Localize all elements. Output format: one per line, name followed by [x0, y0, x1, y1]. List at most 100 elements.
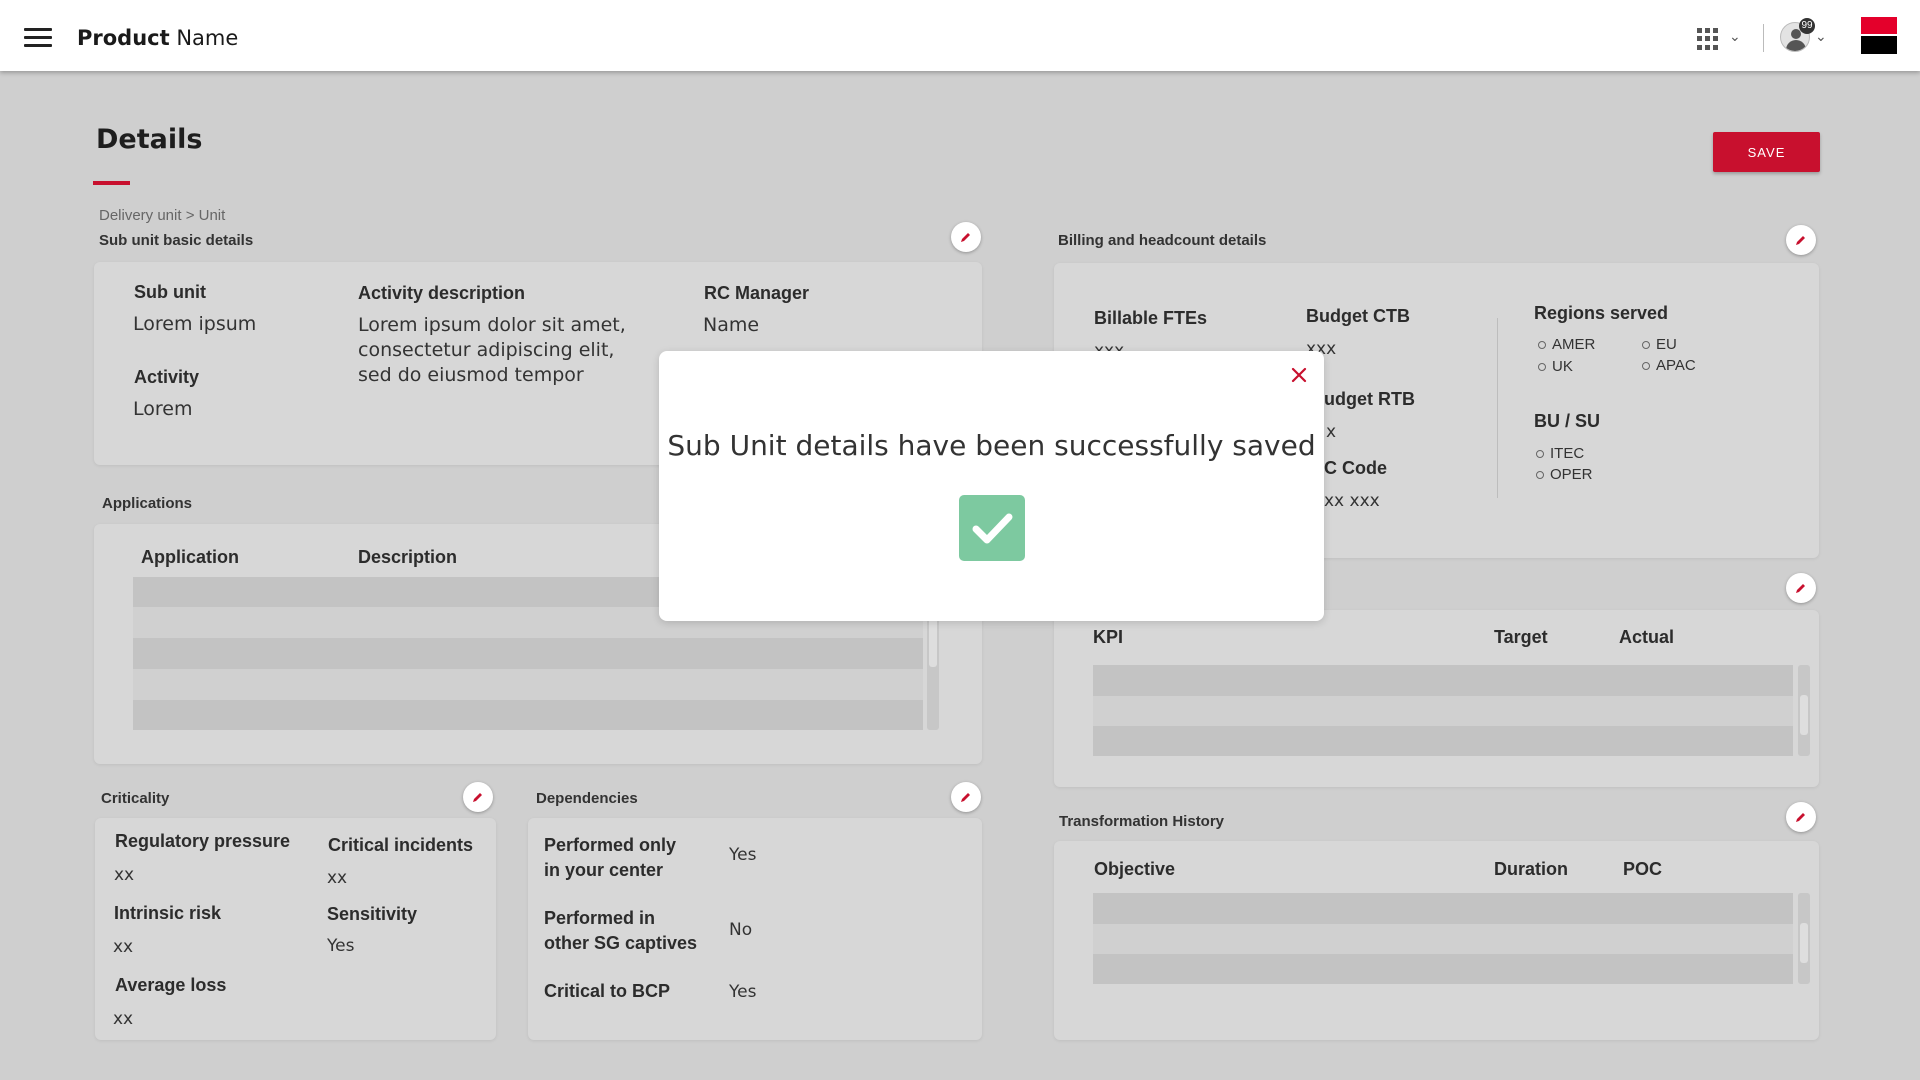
average-loss-value: xx [113, 1009, 134, 1029]
scroll-thumb[interactable] [1800, 923, 1808, 963]
bu-su-label: BU / SU [1534, 411, 1601, 431]
column-header-duration: Duration [1494, 859, 1568, 879]
rc-manager-label: RC Manager [704, 283, 810, 303]
brand-logo [1861, 17, 1897, 54]
radio-icon[interactable] [1538, 362, 1546, 371]
critical-incidents-label: Critical incidents [328, 835, 474, 855]
bu-option-oper[interactable]: OPER [1536, 466, 1593, 484]
pencil-icon [961, 793, 970, 802]
edit-transformation-button[interactable] [1786, 802, 1816, 832]
transformation-scrollbar[interactable] [1798, 893, 1810, 984]
success-modal: Sub Unit details have been successfully … [659, 351, 1324, 621]
region-option-amer[interactable]: AMER [1538, 336, 1595, 354]
activity-description-line-3: sed do eiusmod tempor [358, 364, 584, 386]
section-label-transformation: Transformation History [1059, 813, 1225, 830]
table-row[interactable] [1093, 726, 1793, 756]
radio-icon[interactable] [1642, 340, 1650, 349]
performed-in-center-label-line-2: in your center [544, 860, 664, 880]
column-header-kpi: KPI [1093, 627, 1124, 647]
close-icon[interactable] [1287, 363, 1311, 387]
pencil-icon [961, 233, 970, 242]
sub-unit-label: Sub unit [134, 282, 206, 302]
radio-icon[interactable] [1536, 470, 1544, 479]
criticality-card: Regulatory pressure xx Critical incident… [95, 818, 496, 1040]
performed-other-captives-value: No [729, 920, 753, 940]
top-bar: Product Name ⌄ 99 ⌄ [0, 0, 1920, 71]
pencil-icon [1796, 236, 1805, 245]
table-row[interactable] [1093, 954, 1793, 984]
table-row[interactable] [1093, 696, 1793, 726]
edit-billing-button[interactable] [1786, 225, 1816, 255]
performed-other-captives-label-line-2: other SG captives [544, 933, 698, 953]
critical-to-bcp-value: Yes [729, 982, 757, 1002]
scroll-thumb[interactable] [1800, 695, 1808, 735]
rc-code-value: xx xxx [1324, 491, 1380, 511]
pencil-icon [1796, 584, 1805, 593]
performed-in-center-value: Yes [729, 845, 757, 865]
budget-rtb-label: udget RTB [1324, 389, 1415, 409]
breadcrumb[interactable]: Delivery unit > Unit [99, 207, 225, 224]
bu-option-itec[interactable]: ITEC [1536, 445, 1584, 463]
critical-to-bcp-label: Critical to BCP [544, 981, 671, 1001]
column-header-poc: POC [1623, 859, 1663, 879]
region-option-eu[interactable]: EU [1642, 336, 1677, 354]
section-label-sub-unit: Sub unit basic details [99, 232, 254, 249]
column-header-target: Target [1494, 627, 1548, 647]
intrinsic-risk-label: Intrinsic risk [114, 903, 222, 923]
table-row[interactable] [133, 669, 923, 700]
edit-dependencies-button[interactable] [951, 782, 981, 812]
success-message: Sub Unit details have been successfully … [667, 429, 1316, 462]
activity-value: Lorem [133, 398, 193, 420]
table-row[interactable] [1093, 924, 1793, 954]
section-label-dependencies: Dependencies [536, 790, 638, 807]
table-row[interactable] [1093, 665, 1793, 696]
column-header-objective: Objective [1094, 859, 1176, 879]
edit-kpi-button[interactable] [1786, 573, 1816, 603]
budget-rtb-value: x [1326, 422, 1337, 442]
sensitivity-label: Sensitivity [327, 904, 418, 924]
pencil-icon [1796, 813, 1805, 822]
table-row[interactable] [1093, 893, 1793, 924]
section-label-criticality: Criticality [101, 790, 170, 807]
chevron-down-icon[interactable]: ⌄ [1729, 28, 1741, 45]
edit-sub-unit-button[interactable] [951, 222, 981, 252]
radio-icon[interactable] [1538, 340, 1546, 349]
region-option-apac[interactable]: APAC [1642, 357, 1696, 375]
kpi-card: KPI Target Actual [1054, 610, 1819, 787]
table-row[interactable] [133, 700, 923, 730]
header-divider [1763, 24, 1764, 52]
radio-icon[interactable] [1642, 361, 1650, 370]
regulatory-pressure-value: xx [114, 865, 135, 885]
region-option-uk[interactable]: UK [1538, 358, 1573, 376]
kpi-scrollbar[interactable] [1798, 665, 1810, 756]
radio-icon[interactable] [1536, 449, 1544, 458]
budget-ctb-label: Budget CTB [1306, 306, 1410, 326]
edit-criticality-button[interactable] [463, 782, 493, 812]
apps-grid-icon[interactable] [1697, 28, 1719, 50]
column-header-actual: Actual [1619, 627, 1675, 647]
pencil-icon [473, 793, 482, 802]
rc-manager-value: Name [703, 314, 760, 336]
activity-description-line-2: consectetur adipiscing elit, [358, 339, 615, 361]
menu-icon[interactable] [24, 28, 52, 48]
save-button[interactable]: SAVE [1713, 132, 1820, 172]
product-name: Product Name [77, 26, 239, 50]
regulatory-pressure-label: Regulatory pressure [115, 831, 291, 851]
chevron-down-icon[interactable]: ⌄ [1815, 28, 1827, 45]
sensitivity-value: Yes [327, 936, 355, 956]
billable-ftes-label: Billable FTEs [1094, 308, 1208, 328]
page-title: Details [96, 124, 203, 155]
column-header-application: Application [141, 547, 239, 567]
activity-description-label: Activity description [358, 283, 526, 303]
table-row[interactable] [133, 638, 923, 669]
dependencies-card: Performed only in your center Yes Perfor… [528, 818, 982, 1040]
average-loss-label: Average loss [115, 975, 227, 995]
sub-unit-value: Lorem ipsum [133, 313, 257, 335]
intrinsic-risk-value: xx [113, 937, 134, 957]
vertical-divider [1497, 318, 1498, 498]
activity-description-line-1: Lorem ipsum dolor sit amet, [358, 314, 626, 336]
critical-incidents-value: xx [327, 868, 348, 888]
transformation-card: Objective Duration POC [1054, 841, 1819, 1040]
regions-served-label: Regions served [1534, 303, 1669, 323]
column-header-description: Description [358, 547, 458, 567]
